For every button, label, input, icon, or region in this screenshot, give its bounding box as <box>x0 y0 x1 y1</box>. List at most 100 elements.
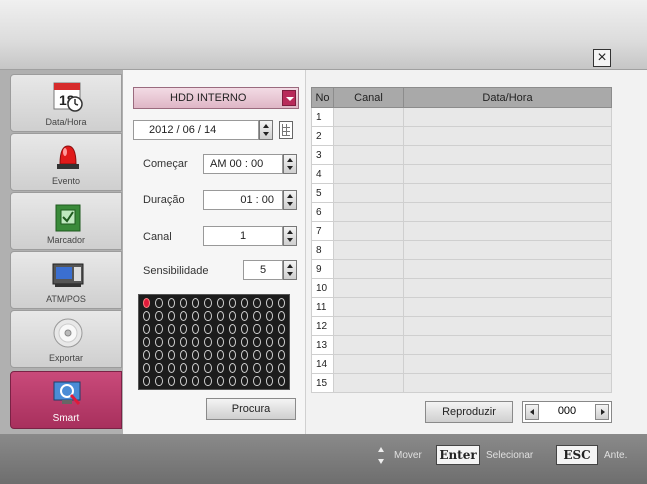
motion-area-grid[interactable] <box>138 294 290 390</box>
duration-stepper[interactable] <box>283 190 297 210</box>
grid-cell[interactable] <box>265 376 273 386</box>
table-row[interactable]: 14 <box>311 354 612 374</box>
grid-cell[interactable] <box>253 350 261 360</box>
grid-cell[interactable] <box>179 337 187 347</box>
grid-cell[interactable] <box>241 350 249 360</box>
search-button[interactable]: Procura <box>206 398 296 420</box>
table-row[interactable]: 2 <box>311 126 612 146</box>
grid-cell[interactable] <box>277 337 285 347</box>
table-row[interactable]: 12 <box>311 316 612 336</box>
table-row[interactable]: 9 <box>311 259 612 279</box>
sensitivity-stepper[interactable] <box>283 260 297 280</box>
grid-cell[interactable] <box>241 298 249 308</box>
grid-cell[interactable] <box>253 363 261 373</box>
grid-cell[interactable] <box>228 363 236 373</box>
channel-stepper[interactable] <box>283 226 297 246</box>
grid-cell[interactable] <box>167 298 175 308</box>
grid-cell[interactable] <box>155 324 163 334</box>
grid-cell[interactable] <box>143 337 151 347</box>
table-row[interactable]: 10 <box>311 278 612 298</box>
grid-cell[interactable] <box>143 350 151 360</box>
grid-cell[interactable] <box>277 324 285 334</box>
date-stepper[interactable] <box>259 120 273 140</box>
grid-cell[interactable] <box>216 337 224 347</box>
calendar-icon[interactable] <box>279 121 293 139</box>
grid-cell[interactable] <box>204 324 212 334</box>
grid-cell[interactable] <box>241 337 249 347</box>
sidebar-item-marcador[interactable]: Marcador <box>10 192 122 250</box>
grid-cell[interactable] <box>228 324 236 334</box>
grid-cell[interactable] <box>192 311 200 321</box>
table-row[interactable]: 1 <box>311 107 612 127</box>
table-row[interactable]: 15 <box>311 373 612 393</box>
grid-cell[interactable] <box>241 376 249 386</box>
grid-cell[interactable] <box>216 324 224 334</box>
table-row[interactable]: 6 <box>311 202 612 222</box>
close-button[interactable]: × <box>593 49 611 67</box>
grid-cell[interactable] <box>253 337 261 347</box>
grid-cell[interactable] <box>143 376 151 386</box>
grid-cell[interactable] <box>253 311 261 321</box>
grid-cell[interactable] <box>167 363 175 373</box>
channel-field[interactable]: 1 <box>203 226 283 246</box>
grid-cell[interactable] <box>179 298 187 308</box>
grid-cell[interactable] <box>228 350 236 360</box>
grid-cell[interactable] <box>192 324 200 334</box>
start-time-field[interactable]: AM 00 : 00 <box>203 154 283 174</box>
grid-cell[interactable] <box>204 311 212 321</box>
grid-cell[interactable] <box>228 311 236 321</box>
grid-cell[interactable] <box>204 363 212 373</box>
table-row[interactable]: 5 <box>311 183 612 203</box>
grid-cell[interactable] <box>192 337 200 347</box>
start-time-stepper[interactable] <box>283 154 297 174</box>
table-row[interactable]: 8 <box>311 240 612 260</box>
grid-cell[interactable] <box>155 376 163 386</box>
grid-cell[interactable] <box>241 311 249 321</box>
sidebar-item-atm-pos[interactable]: ATM/POS <box>10 251 122 309</box>
grid-cell[interactable] <box>179 324 187 334</box>
grid-cell[interactable] <box>241 363 249 373</box>
grid-cell[interactable] <box>192 376 200 386</box>
grid-cell[interactable] <box>216 311 224 321</box>
page-selector[interactable]: 000 <box>522 401 612 423</box>
grid-cell[interactable] <box>192 363 200 373</box>
grid-cell[interactable] <box>143 363 151 373</box>
duration-field[interactable]: 01 : 00 <box>203 190 283 210</box>
grid-cell[interactable] <box>277 350 285 360</box>
grid-cell[interactable] <box>155 298 163 308</box>
grid-cell[interactable] <box>204 337 212 347</box>
grid-cell[interactable] <box>277 363 285 373</box>
grid-cell[interactable] <box>265 324 273 334</box>
grid-cell[interactable] <box>253 324 261 334</box>
grid-cell[interactable] <box>228 337 236 347</box>
grid-cell[interactable] <box>265 350 273 360</box>
grid-cell[interactable] <box>143 311 151 321</box>
grid-cell[interactable] <box>155 337 163 347</box>
grid-cell[interactable] <box>143 324 151 334</box>
sidebar-item-evento[interactable]: Evento <box>10 133 122 191</box>
grid-cell[interactable] <box>265 337 273 347</box>
chevron-right-icon[interactable] <box>595 404 609 420</box>
grid-cell[interactable] <box>143 298 151 308</box>
grid-cell[interactable] <box>167 337 175 347</box>
grid-cell[interactable] <box>216 350 224 360</box>
grid-cell[interactable] <box>241 324 249 334</box>
grid-cell[interactable] <box>265 363 273 373</box>
grid-cell[interactable] <box>155 311 163 321</box>
grid-cell[interactable] <box>216 298 224 308</box>
grid-cell[interactable] <box>167 324 175 334</box>
grid-cell[interactable] <box>216 376 224 386</box>
grid-cell[interactable] <box>204 350 212 360</box>
grid-cell[interactable] <box>228 376 236 386</box>
grid-cell[interactable] <box>253 298 261 308</box>
table-row[interactable]: 13 <box>311 335 612 355</box>
sidebar-item-data-hora[interactable]: 18 Data/Hora <box>10 74 122 132</box>
table-row[interactable]: 3 <box>311 145 612 165</box>
table-row[interactable]: 11 <box>311 297 612 317</box>
grid-cell[interactable] <box>253 376 261 386</box>
grid-cell[interactable] <box>265 311 273 321</box>
play-button[interactable]: Reproduzir <box>425 401 513 423</box>
grid-cell[interactable] <box>155 363 163 373</box>
table-row[interactable]: 7 <box>311 221 612 241</box>
grid-cell[interactable] <box>192 298 200 308</box>
